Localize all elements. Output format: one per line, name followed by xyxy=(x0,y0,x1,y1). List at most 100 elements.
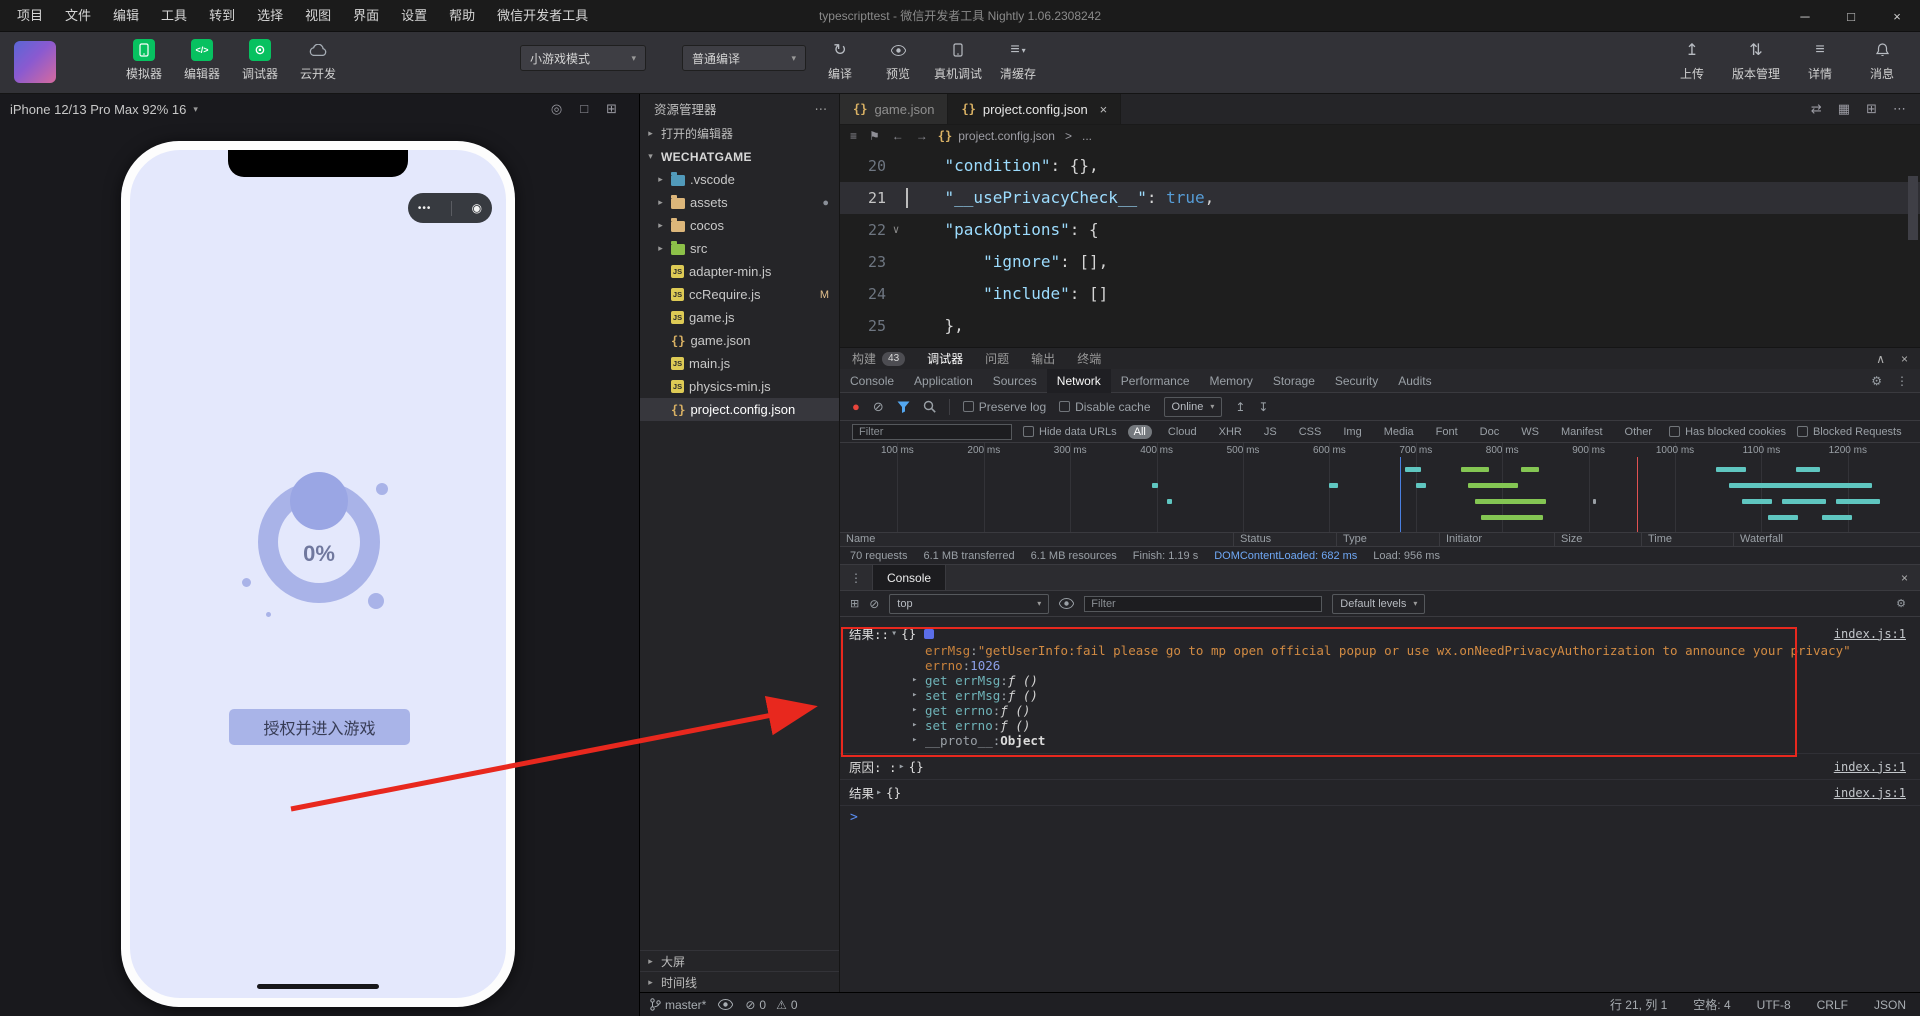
table-column-header[interactable]: Initiator xyxy=(1440,533,1555,546)
source-link[interactable]: index.js:1 xyxy=(1834,760,1906,774)
editor-button[interactable]: </>编辑器 xyxy=(180,39,224,82)
menu-item[interactable]: 选择 xyxy=(246,0,294,32)
network-type-filter[interactable]: WS xyxy=(1515,425,1545,439)
devtools-tab[interactable]: Console xyxy=(840,369,904,393)
search-icon[interactable] xyxy=(923,400,936,413)
close-button[interactable]: × xyxy=(1874,0,1920,32)
import-har-icon[interactable]: ↧ xyxy=(1258,400,1268,414)
details-button[interactable]: ≡详情 xyxy=(1798,39,1842,82)
network-type-filter[interactable]: Media xyxy=(1378,425,1420,439)
devtools-tab[interactable]: Storage xyxy=(1263,369,1325,393)
devtools-tab[interactable]: Sources xyxy=(983,369,1047,393)
source-link[interactable]: index.js:1 xyxy=(1834,786,1906,800)
simulator-button[interactable]: 模拟器 xyxy=(122,39,166,82)
twisty-icon[interactable]: ▸ xyxy=(876,787,882,798)
compile-mode-select[interactable]: 普通编译 ▾ xyxy=(682,45,806,71)
menu-item[interactable]: 项目 xyxy=(6,0,54,32)
explorer-item[interactable]: ▸cocos xyxy=(640,214,839,237)
cloud-dev-button[interactable]: 云开发 xyxy=(296,39,340,82)
problems-item[interactable]: ⊘ 0 ⚠ 0 xyxy=(745,998,797,1012)
devtools-tab[interactable]: Performance xyxy=(1111,369,1200,393)
split-editor-icon[interactable]: ⊞ xyxy=(1866,101,1877,117)
kebab-icon[interactable]: ⋮ xyxy=(1896,374,1908,388)
menu-item[interactable]: 视图 xyxy=(294,0,342,32)
devtools-tab[interactable]: Network xyxy=(1047,369,1111,393)
kebab-icon[interactable]: ⋮ xyxy=(850,571,862,585)
back-icon[interactable]: ← xyxy=(892,129,904,143)
statusbar-item[interactable]: CRLF xyxy=(1817,996,1848,1013)
panel-tab[interactable]: 终端 xyxy=(1077,350,1101,367)
device-frame-icon[interactable]: □ xyxy=(580,101,588,117)
network-type-filter[interactable]: Doc xyxy=(1474,425,1506,439)
avatar[interactable] xyxy=(14,41,56,83)
execution-context-select[interactable]: top▾ xyxy=(889,594,1049,614)
table-column-header[interactable]: Waterfall xyxy=(1734,533,1920,546)
tab-close-icon[interactable]: × xyxy=(1100,102,1108,117)
filter-funnel-icon[interactable] xyxy=(897,401,910,413)
float-window-icon[interactable]: ⊞ xyxy=(606,101,617,117)
minimize-button[interactable]: ─ xyxy=(1782,0,1828,32)
menu-item[interactable]: 编辑 xyxy=(102,0,150,32)
clear-console-icon[interactable]: ⊘ xyxy=(869,597,879,611)
network-type-filter[interactable]: Img xyxy=(1337,425,1367,439)
remote-debug-button[interactable]: 真机调试 xyxy=(934,39,982,82)
blocked-cookies-checkbox[interactable]: Has blocked cookies xyxy=(1669,426,1786,438)
throttle-select[interactable]: Online▾ xyxy=(1164,397,1223,417)
device-selector[interactable]: iPhone 12/13 Pro Max 92% 16 xyxy=(10,102,186,117)
menu-item[interactable]: 微信开发者工具 xyxy=(486,0,599,32)
more-icon[interactable]: ⋯ xyxy=(815,101,828,116)
network-type-filter[interactable]: Cloud xyxy=(1162,425,1203,439)
eye-icon[interactable] xyxy=(718,999,733,1010)
console-drawer-tab[interactable]: Console xyxy=(872,565,946,590)
menu-item[interactable]: 帮助 xyxy=(438,0,486,32)
close-drawer-icon[interactable]: × xyxy=(1901,571,1920,585)
collapse-panel-icon[interactable]: ∧ xyxy=(1876,352,1885,366)
menu-item[interactable]: 工具 xyxy=(150,0,198,32)
network-type-filter[interactable]: CSS xyxy=(1293,425,1328,439)
console-prompt[interactable]: > xyxy=(840,806,1920,828)
network-type-filter[interactable]: All xyxy=(1128,425,1152,439)
grid-layout-icon[interactable]: ▦ xyxy=(1838,101,1850,117)
version-button[interactable]: ⇅版本管理 xyxy=(1732,39,1780,82)
devtools-tab[interactable]: Memory xyxy=(1200,369,1263,393)
export-har-icon[interactable]: ↥ xyxy=(1235,400,1245,414)
devtools-tab[interactable]: Application xyxy=(904,369,983,393)
forward-icon[interactable]: → xyxy=(916,129,928,143)
swap-editor-icon[interactable]: ⇄ xyxy=(1811,101,1822,117)
explorer-item[interactable]: JSgame.js xyxy=(640,306,839,329)
explorer-item[interactable]: JSccRequire.jsM xyxy=(640,283,839,306)
panel-tab[interactable]: 输出 xyxy=(1031,350,1055,367)
record-screen-icon[interactable]: ◎ xyxy=(551,101,562,117)
authorize-enter-game-button[interactable]: 授权并进入游戏 xyxy=(229,709,410,745)
table-column-header[interactable]: Type xyxy=(1337,533,1440,546)
statusbar-item[interactable]: JSON xyxy=(1874,996,1906,1013)
explorer-root-folder[interactable]: ▾WECHATGAME xyxy=(640,145,839,168)
object-property-row[interactable]: ▸__proto__: Object xyxy=(912,733,1906,748)
clear-cache-button[interactable]: ≡▾清缓存 xyxy=(996,39,1040,82)
panel-tab[interactable]: 构建43 xyxy=(852,350,905,367)
capsule-menu[interactable]: ••• ◉ xyxy=(408,193,492,223)
code-editor[interactable]: 20 "condition": {},21 "__usePrivacyCheck… xyxy=(840,147,1920,347)
explorer-item[interactable]: {}game.json xyxy=(640,329,839,352)
source-link[interactable]: index.js:1 xyxy=(1834,627,1906,641)
menu-item[interactable]: 界面 xyxy=(342,0,390,32)
hide-data-urls-checkbox[interactable]: Hide data URLs xyxy=(1023,426,1117,438)
breadcrumb-more[interactable]: ... xyxy=(1082,129,1092,143)
table-column-header[interactable]: Size xyxy=(1555,533,1642,546)
menu-item[interactable]: 设置 xyxy=(390,0,438,32)
console-settings-icon[interactable]: ⚙ xyxy=(1896,597,1920,610)
upload-button[interactable]: ↥上传 xyxy=(1670,39,1714,82)
outline-icon[interactable]: ≡ xyxy=(850,129,857,143)
disable-cache-checkbox[interactable]: Disable cache xyxy=(1059,400,1150,414)
eye-icon[interactable] xyxy=(1059,598,1074,609)
capsule-more-icon[interactable]: ••• xyxy=(418,203,432,214)
object-property-row[interactable]: ▸set errMsg: ƒ () xyxy=(912,688,1906,703)
explorer-item[interactable]: ▸assets● xyxy=(640,191,839,214)
console-sidebar-icon[interactable]: ⊞ xyxy=(850,597,859,610)
record-network-icon[interactable]: ● xyxy=(852,399,860,414)
explorer-item[interactable]: JSphysics-min.js xyxy=(640,375,839,398)
menu-item[interactable]: 文件 xyxy=(54,0,102,32)
editor-tab[interactable]: {}game.json xyxy=(840,94,948,124)
preview-button[interactable]: 预览 xyxy=(876,39,920,82)
mode-select[interactable]: 小游戏模式 ▾ xyxy=(520,45,646,71)
